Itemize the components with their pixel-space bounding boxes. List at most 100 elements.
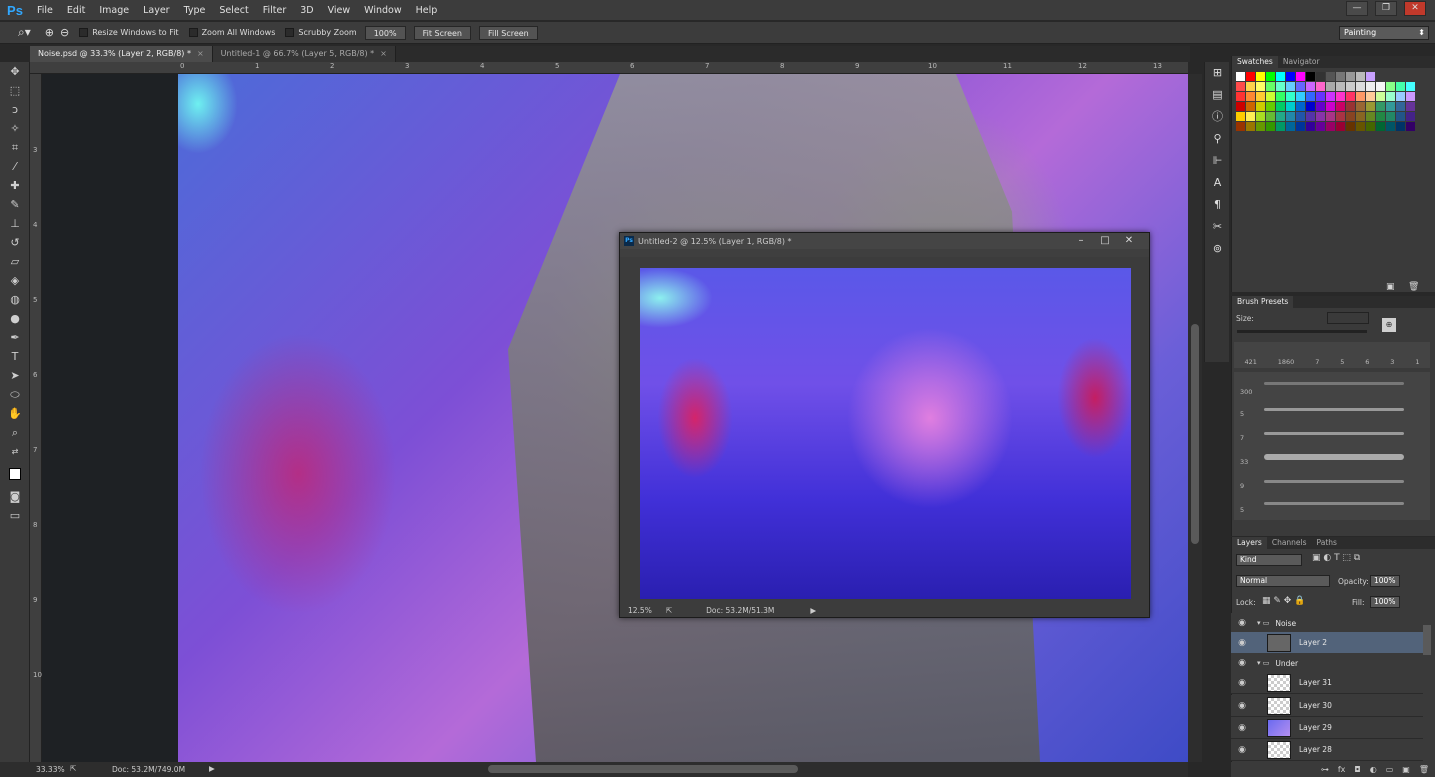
- new-brush-icon[interactable]: ⊕: [1382, 318, 1396, 332]
- swatch[interactable]: [1266, 82, 1275, 91]
- swatch[interactable]: [1316, 112, 1325, 121]
- delete-layer-icon[interactable]: 🗑: [1419, 765, 1429, 774]
- swatch[interactable]: [1276, 82, 1285, 91]
- layer-row[interactable]: ◉ Layer 31: [1231, 672, 1423, 694]
- swatch[interactable]: [1336, 92, 1345, 101]
- swatch[interactable]: [1406, 92, 1415, 101]
- swatch[interactable]: [1236, 102, 1245, 111]
- swatch[interactable]: [1336, 112, 1345, 121]
- layer-kind-filter[interactable]: Kind: [1236, 554, 1302, 566]
- swatch[interactable]: [1256, 122, 1265, 131]
- brush-tip-size[interactable]: 6: [1365, 358, 1369, 366]
- menu-type[interactable]: Type: [177, 5, 213, 16]
- swatch[interactable]: [1256, 102, 1265, 111]
- swatch[interactable]: [1286, 112, 1295, 121]
- floating-document-window[interactable]: Ps Untitled-2 @ 12.5% (Layer 1, RGB/8) *…: [619, 232, 1150, 618]
- brush-tip-size[interactable]: 5: [1340, 358, 1344, 366]
- eraser-tool-icon[interactable]: ▱: [0, 252, 30, 271]
- swatch[interactable]: [1406, 82, 1415, 91]
- screen-mode-icon[interactable]: ▭: [0, 506, 30, 525]
- zoom-100-button[interactable]: 100%: [364, 25, 406, 40]
- swatch[interactable]: [1276, 122, 1285, 131]
- eyedropper-icon[interactable]: ⁄: [0, 157, 30, 176]
- swatch[interactable]: [1286, 92, 1295, 101]
- eye-icon[interactable]: ◉: [1231, 678, 1253, 688]
- type-tool-icon[interactable]: T: [0, 347, 30, 366]
- swatch[interactable]: [1246, 72, 1255, 81]
- swatch[interactable]: [1366, 112, 1375, 121]
- swatch[interactable]: [1266, 102, 1275, 111]
- swatch[interactable]: [1256, 72, 1265, 81]
- swatch[interactable]: [1256, 82, 1265, 91]
- swatch[interactable]: [1276, 72, 1285, 81]
- zoom-in-icon[interactable]: ⊕: [45, 26, 54, 39]
- eye-icon[interactable]: ◉: [1231, 723, 1253, 733]
- zoom-all-checkbox[interactable]: [188, 28, 198, 37]
- doc2-titlebar[interactable]: Ps Untitled-2 @ 12.5% (Layer 1, RGB/8) *…: [620, 233, 1149, 249]
- swatch[interactable]: [1306, 112, 1315, 121]
- workspace-select[interactable]: Painting ⬍: [1339, 26, 1429, 40]
- layers-scrollbar[interactable]: [1423, 625, 1431, 655]
- vertical-scrollbar[interactable]: [1188, 74, 1202, 762]
- swatch[interactable]: [1346, 72, 1355, 81]
- swatch[interactable]: [1316, 102, 1325, 111]
- color-swatch-icon[interactable]: [0, 461, 30, 487]
- swatch[interactable]: [1246, 112, 1255, 121]
- clone-source-icon[interactable]: ⚲: [1205, 128, 1230, 150]
- swatch[interactable]: [1246, 122, 1255, 131]
- mask-icon[interactable]: ◘: [1354, 765, 1360, 774]
- swatch[interactable]: [1246, 102, 1255, 111]
- opacity-input[interactable]: 100%: [1370, 575, 1400, 587]
- layer-row[interactable]: ◉ Layer 29: [1231, 717, 1423, 739]
- swatch[interactable]: [1326, 72, 1335, 81]
- tab-layers[interactable]: Layers: [1232, 537, 1267, 549]
- tab-noise[interactable]: Noise.psd @ 33.3% (Layer 2, RGB/8) * ×: [30, 46, 213, 62]
- brush-tip-size[interactable]: 1860: [1278, 358, 1295, 366]
- scroll-thumb[interactable]: [488, 765, 798, 773]
- libraries-icon[interactable]: ⊚: [1205, 238, 1230, 260]
- menu-filter[interactable]: Filter: [256, 5, 294, 16]
- minimize-button[interactable]: —: [1346, 1, 1368, 16]
- character-icon[interactable]: A: [1205, 172, 1230, 194]
- doc2-zoom[interactable]: 12.5%: [628, 606, 652, 615]
- menu-view[interactable]: View: [321, 5, 358, 16]
- brush-tip-size[interactable]: 421: [1244, 358, 1256, 366]
- swatch[interactable]: [1286, 122, 1295, 131]
- eye-icon[interactable]: ◉: [1231, 701, 1253, 711]
- swatch[interactable]: [1396, 82, 1405, 91]
- blur-tool-icon[interactable]: ◍: [0, 290, 30, 309]
- swatch[interactable]: [1236, 122, 1245, 131]
- swatch[interactable]: [1296, 72, 1305, 81]
- zoom-tool-icon[interactable]: ⌕▾: [18, 25, 31, 40]
- swatch[interactable]: [1316, 92, 1325, 101]
- swatch[interactable]: [1336, 82, 1345, 91]
- close-icon[interactable]: ×: [197, 49, 204, 58]
- swatch[interactable]: [1356, 122, 1365, 131]
- swatch[interactable]: [1276, 102, 1285, 111]
- swatch[interactable]: [1266, 122, 1275, 131]
- swatch[interactable]: [1316, 72, 1325, 81]
- swatch[interactable]: [1306, 82, 1315, 91]
- maximize-button[interactable]: ❐: [1375, 1, 1397, 16]
- adjustment-icon[interactable]: ◐: [1370, 765, 1377, 774]
- dodge-tool-icon[interactable]: ●: [0, 309, 30, 328]
- swatch[interactable]: [1336, 72, 1345, 81]
- swatch[interactable]: [1376, 122, 1385, 131]
- move-tool-icon[interactable]: ✥: [0, 62, 30, 81]
- brush-stroke-list[interactable]: 300 5 7 33 9 5: [1234, 372, 1430, 520]
- menu-help[interactable]: Help: [409, 5, 445, 16]
- eye-icon[interactable]: ◉: [1231, 745, 1253, 755]
- swatch[interactable]: [1256, 92, 1265, 101]
- swatch[interactable]: [1236, 92, 1245, 101]
- healing-brush-icon[interactable]: ✚: [0, 176, 30, 195]
- swatch[interactable]: [1286, 102, 1295, 111]
- pen-tool-icon[interactable]: ✒: [0, 328, 30, 347]
- swatch[interactable]: [1236, 112, 1245, 121]
- brush-tip-size[interactable]: 7: [1315, 358, 1319, 366]
- close-button[interactable]: ✕: [1404, 1, 1426, 16]
- scrubby-zoom-checkbox[interactable]: [285, 28, 295, 37]
- close-icon[interactable]: ×: [380, 49, 387, 58]
- properties-icon[interactable]: ✂: [1205, 216, 1230, 238]
- swatch[interactable]: [1246, 92, 1255, 101]
- menu-select[interactable]: Select: [212, 5, 255, 16]
